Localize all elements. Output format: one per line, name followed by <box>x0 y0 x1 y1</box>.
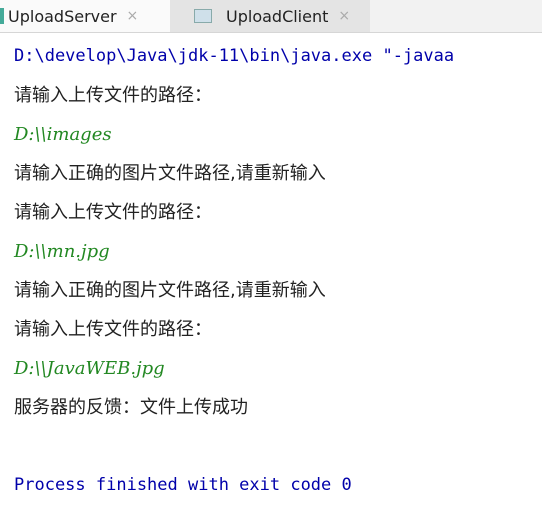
console-line: 请输入正确的图片文件路径,请重新输入 <box>14 280 326 301</box>
close-icon[interactable]: × <box>338 8 350 24</box>
console-line: 请输入上传文件的路径： <box>14 202 212 223</box>
console-output[interactable]: D:\develop\Java\jdk-11\bin\java.exe "-ja… <box>0 33 542 505</box>
tab-upload-client[interactable]: UploadClient × <box>170 0 370 32</box>
console-line: D:\develop\Java\jdk-11\bin\java.exe "-ja… <box>14 46 455 66</box>
console-line: D:\\mn.jpg <box>14 241 110 262</box>
console-line: 服务器的反馈：文件上传成功 <box>14 397 248 418</box>
console-line: 请输入上传文件的路径： <box>14 319 212 340</box>
tab-label: UploadServer <box>8 6 117 26</box>
run-indicator-icon <box>0 8 4 24</box>
console-line: D:\\images <box>14 124 112 145</box>
close-icon[interactable]: × <box>127 8 139 24</box>
console-line: Process finished with exit code 0 <box>14 475 352 495</box>
tab-label: UploadClient <box>226 6 329 26</box>
console-line: 请输入正确的图片文件路径,请重新输入 <box>14 163 326 184</box>
tab-bar: UploadServer × UploadClient × <box>0 0 542 33</box>
console-icon <box>194 9 212 23</box>
console-line: 请输入上传文件的路径： <box>14 85 212 106</box>
tab-upload-server[interactable]: UploadServer × <box>0 0 170 32</box>
console-line: D:\\JavaWEB.jpg <box>14 358 165 379</box>
